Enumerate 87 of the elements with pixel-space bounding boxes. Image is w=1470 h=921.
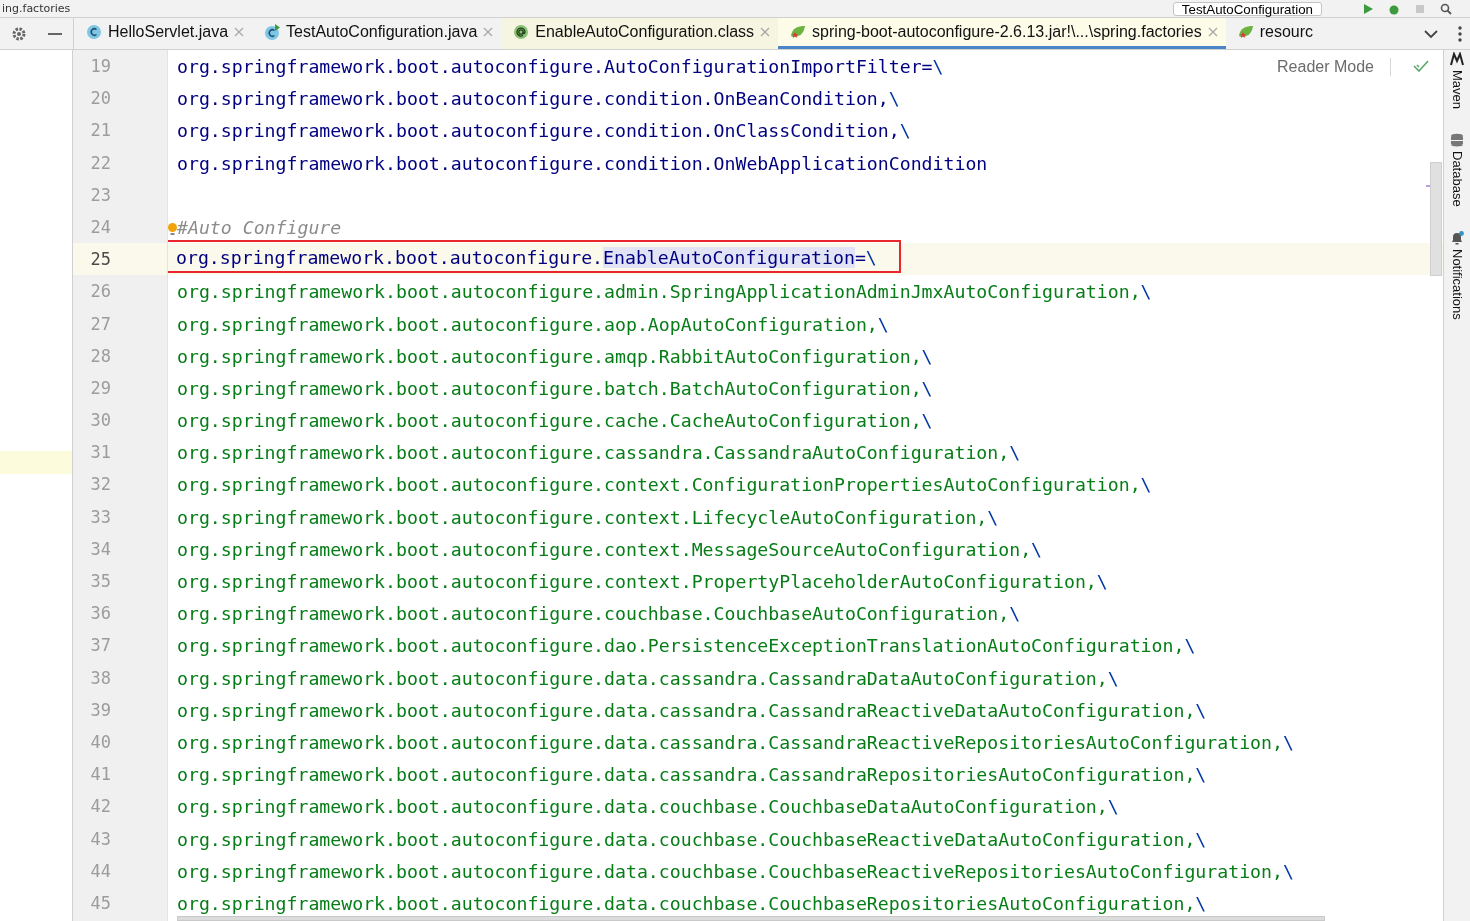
- annotation-icon: [513, 24, 530, 40]
- scrollbar[interactable]: [177, 916, 1325, 921]
- line-number: 31: [89, 441, 112, 465]
- editor-tab[interactable]: EnableAutoConfiguration.class: [501, 18, 779, 49]
- reader-mode-link[interactable]: Reader Mode: [1277, 58, 1391, 76]
- run-config-dropdown[interactable]: TestAutoConfiguration: [1172, 1, 1322, 16]
- bell-icon: [1450, 230, 1464, 245]
- line-number: 20: [89, 87, 112, 111]
- line-number: 41: [89, 763, 112, 787]
- code-line: org.springframework.boot.autoconfigure.data.cassandra.CassandraReactiveDataAutoConfiguration,\: [177, 700, 1207, 721]
- code-line: org.springframework.boot.autoconfigure.condition.OnClassCondition,\: [177, 121, 911, 142]
- code-line: org.springframework.boot.autoconfigure.data.cassandra.CassandraRepositoriesAutoConfiguration,\: [177, 765, 1207, 786]
- code-line: org.springframework.boot.autoconfigure.data.cassandra.CassandraReactiveRepositoriesAutoConfiguration,\: [177, 732, 1294, 753]
- code-line: org.springframework.boot.autoconfigure.cassandra.CassandraAutoConfiguration,\: [177, 443, 1021, 464]
- line-number: 26: [89, 280, 112, 304]
- line-number: 40: [89, 730, 112, 754]
- code-line: org.springframework.boot.autoconfigure.data.couchbase.CouchbaseRepositoriesAutoConfiguration,\: [177, 893, 1207, 914]
- line-number: 45: [89, 891, 112, 915]
- maven-icon: [1450, 52, 1464, 66]
- line-number: 35: [89, 570, 112, 593]
- line-number: 36: [89, 602, 112, 626]
- line-number: 27: [89, 312, 112, 336]
- code-line: org.springframework.boot.autoconfigure.cache.CacheAutoConfiguration,\: [177, 411, 933, 432]
- leaf-icon: [790, 24, 807, 40]
- class-icon: [264, 24, 281, 40]
- line-number: 19: [89, 55, 112, 78]
- code-line: org.springframework.boot.autoconfigure.data.couchbase.CouchbaseDataAutoConfiguration,\: [177, 797, 1119, 818]
- line-number: 44: [89, 859, 112, 883]
- line-number: 28: [89, 344, 112, 368]
- more-icon[interactable]: [1458, 25, 1462, 42]
- leaf-icon: [1237, 24, 1254, 40]
- line-number: 22: [89, 151, 112, 175]
- editor-tab[interactable]: resourc: [1225, 18, 1321, 49]
- close-icon[interactable]: [760, 27, 771, 37]
- line-number: 24: [89, 215, 112, 239]
- database-icon: [1450, 133, 1464, 148]
- tool-window-button[interactable]: Database: [1449, 133, 1465, 207]
- line-number: 29: [89, 376, 112, 400]
- tool-window-button[interactable]: Maven: [1449, 52, 1465, 110]
- chevron-down-icon[interactable]: [1424, 28, 1438, 39]
- close-icon[interactable]: [483, 27, 494, 37]
- run-icon[interactable]: [1362, 2, 1374, 15]
- bulb-icon[interactable]: [168, 222, 177, 235]
- scrollbar[interactable]: [1430, 162, 1442, 276]
- editor-tab[interactable]: TestAutoConfiguration.java: [252, 18, 502, 49]
- code-line: org.springframework.boot.autoconfigure.couchbase.CouchbaseAutoConfiguration,\: [177, 604, 1021, 625]
- file-title: ing.factories: [2, 2, 71, 15]
- tool-window-button[interactable]: Notifications: [1449, 230, 1465, 320]
- code-line: org.springframework.boot.autoconfigure.batch.BatchAutoConfiguration,\: [177, 378, 933, 399]
- editor-tab[interactable]: HelloServlet.java: [74, 18, 253, 49]
- line-number: 43: [89, 827, 112, 851]
- line-number: 25: [73, 243, 167, 276]
- line-number: 37: [89, 634, 112, 658]
- code-line: org.springframework.boot.autoconfigure.aop.AopAutoConfiguration,\: [177, 314, 889, 335]
- code-line: org.springframework.boot.autoconfigure.data.couchbase.CouchbaseReactiveRepositoriesAutoConfiguration,\: [177, 861, 1294, 882]
- tree-selection: [0, 451, 72, 474]
- check-icon: [1413, 60, 1429, 72]
- code-line: org.springframework.boot.autoconfigure.AutoConfigurationImportFilter=\: [177, 57, 944, 77]
- line-number: 39: [89, 698, 112, 722]
- line-number: 21: [89, 119, 112, 143]
- change-marker: [1426, 185, 1430, 187]
- code-line: #Auto Configure: [177, 217, 342, 238]
- code-line: org.springframework.boot.autoconfigure.dao.PersistenceExceptionTranslationAutoConfiguration,\: [177, 636, 1196, 657]
- search-icon[interactable]: [1440, 2, 1452, 15]
- editor-tab[interactable]: spring-boot-autoconfigure-2.6.13.jar!\...\spring.factories: [778, 18, 1226, 49]
- line-number: 42: [89, 795, 112, 819]
- code-line: org.springframework.boot.autoconfigure.context.ConfigurationPropertiesAutoConfiguration,\: [177, 475, 1152, 496]
- code-line: org.springframework.boot.autoconfigure.context.MessageSourceAutoConfiguration,\: [177, 539, 1043, 560]
- close-icon[interactable]: [1207, 27, 1218, 37]
- code-line: org.springframework.boot.autoconfigure.amqp.RabbitAutoConfiguration,\: [177, 346, 933, 367]
- settings-icon[interactable]: [10, 25, 27, 42]
- line-number: 23: [89, 183, 112, 207]
- code-line: org.springframework.boot.autoconfigure.condition.OnWebApplicationCondition: [177, 153, 988, 174]
- line-number: 32: [89, 473, 112, 497]
- code-line: org.springframework.boot.autoconfigure.data.cassandra.CassandraDataAutoConfiguration,\: [177, 668, 1119, 689]
- code-line: org.springframework.boot.autoconfigure.admin.SpringApplicationAdminJmxAutoConfiguration,\: [177, 282, 1152, 303]
- line-number: 34: [89, 537, 112, 561]
- code-line: org.springframework.boot.autoconfigure.condition.OnBeanCondition,\: [177, 89, 900, 110]
- code-line: org.springframework.boot.autoconfigure.EnableAutoConfiguration=\: [176, 248, 877, 269]
- line-number: 38: [89, 666, 112, 690]
- line-number: 33: [89, 505, 112, 529]
- class-icon: [86, 24, 102, 40]
- code-line: org.springframework.boot.autoconfigure.context.LifecycleAutoConfiguration,\: [177, 507, 999, 528]
- close-icon[interactable]: [234, 27, 245, 37]
- code-line: org.springframework.boot.autoconfigure.data.couchbase.CouchbaseReactiveDataAutoConfiguration,\: [177, 829, 1207, 850]
- line-number: 30: [89, 409, 112, 433]
- code-line: org.springframework.boot.autoconfigure.context.PropertyPlaceholderAutoConfiguration,\: [177, 572, 1108, 592]
